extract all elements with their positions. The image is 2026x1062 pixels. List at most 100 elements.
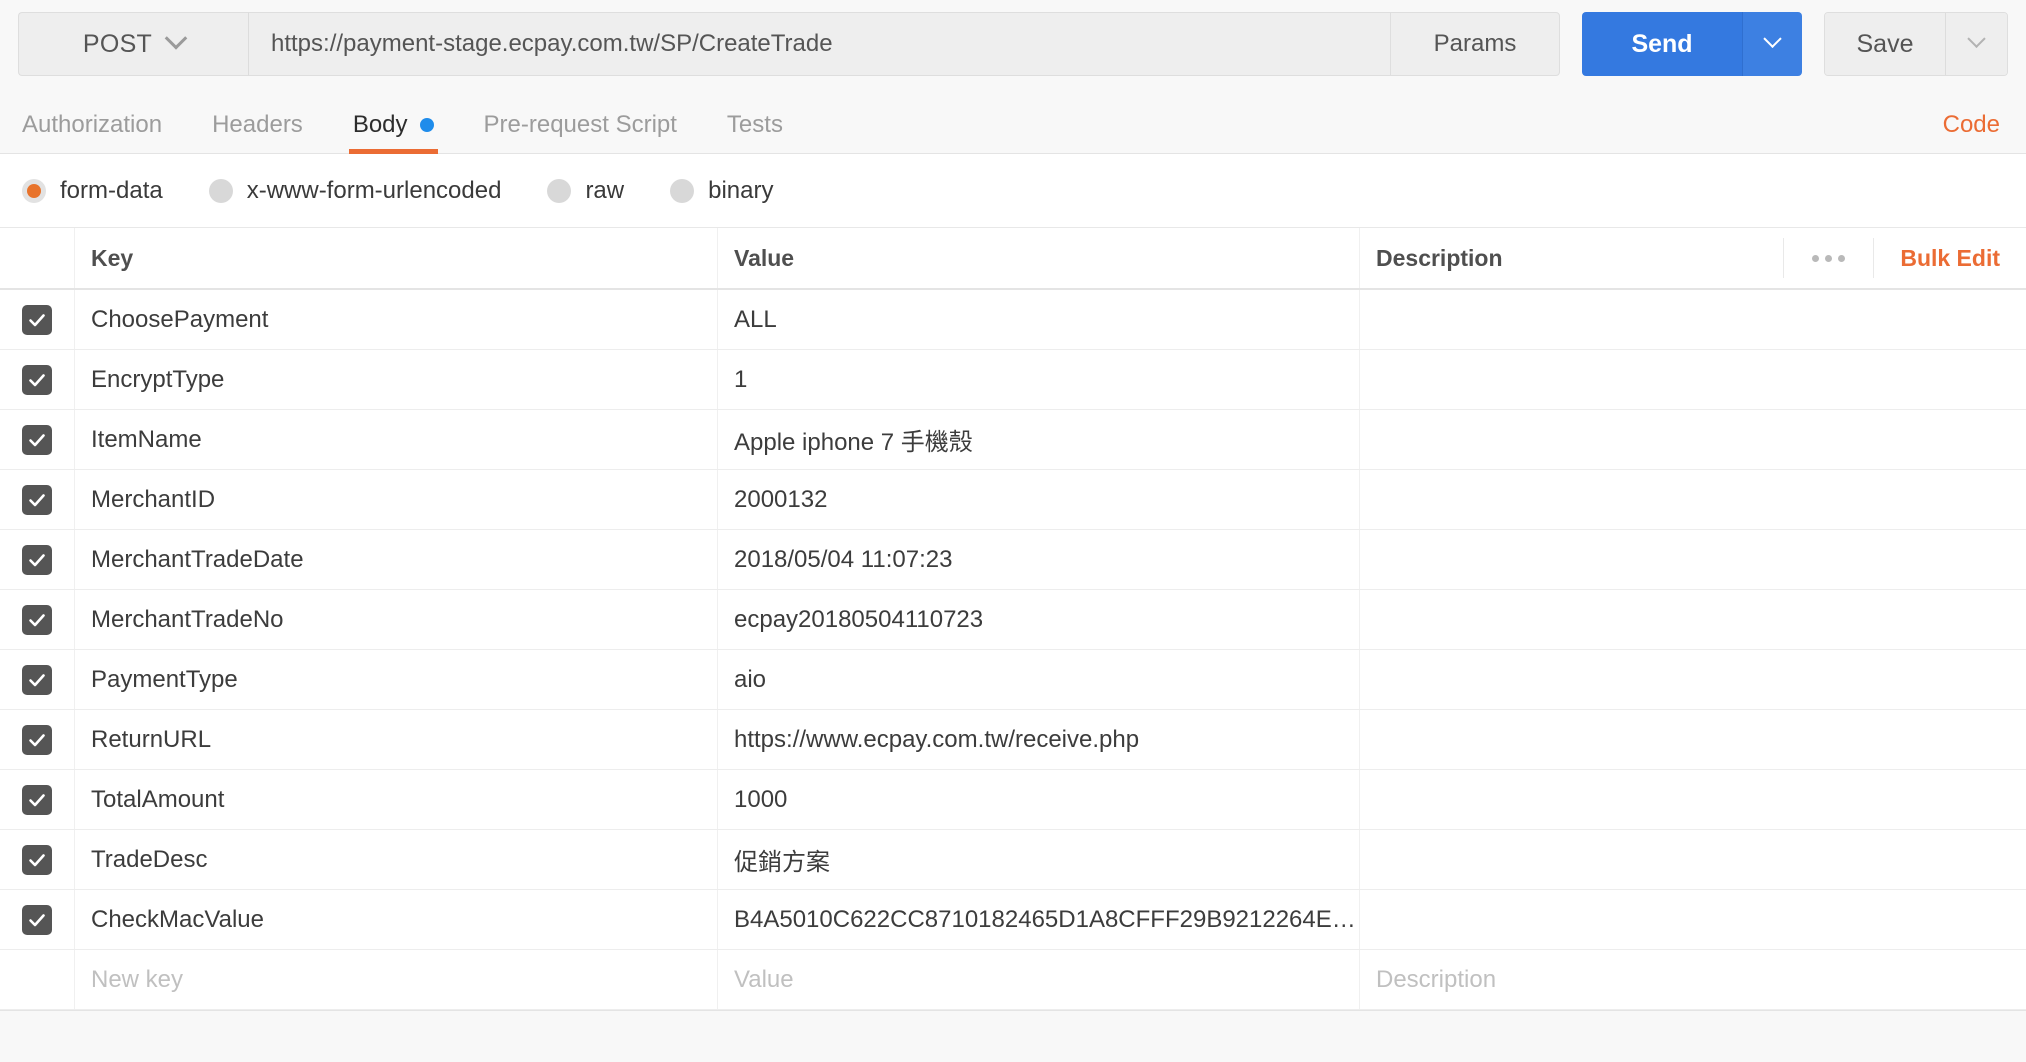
save-button-group: Save	[1824, 12, 2008, 76]
row-key-cell[interactable]: MerchantTradeDate	[75, 530, 718, 589]
code-link[interactable]: Code	[1943, 111, 2000, 139]
url-input[interactable]: https://payment-stage.ecpay.com.tw/SP/Cr…	[248, 12, 1390, 76]
row-key-cell[interactable]: CheckMacValue	[75, 890, 718, 949]
http-method-label: POST	[82, 29, 153, 58]
row-value-text: 促銷方案	[734, 849, 830, 876]
row-description-cell[interactable]	[1360, 890, 2026, 949]
tab-pre-request-script[interactable]: Pre-request Script	[484, 111, 677, 153]
row-value-cell[interactable]: Apple iphone 7 手機殼	[718, 410, 1360, 469]
tab-tests[interactable]: Tests	[727, 111, 783, 153]
header-key-cell: Key	[75, 228, 718, 288]
row-description-cell[interactable]	[1360, 710, 2026, 769]
new-value-input[interactable]: Value	[718, 950, 1360, 1009]
row-checkbox-cell	[0, 530, 75, 589]
row-checkbox-cell	[0, 590, 75, 649]
row-checkbox-cell	[0, 890, 75, 949]
send-options-button[interactable]	[1742, 12, 1802, 76]
row-value-cell[interactable]: 2018/05/04 11:07:23	[718, 530, 1360, 589]
row-checkbox[interactable]	[22, 484, 52, 515]
send-button[interactable]: Send	[1582, 12, 1742, 76]
tab-label: Authorization	[22, 111, 163, 138]
row-checkbox-cell	[0, 710, 75, 769]
row-value-text: 1000	[734, 785, 788, 813]
row-description-cell[interactable]	[1360, 350, 2026, 409]
table-row: ChoosePayment ALL	[0, 290, 2026, 350]
table-row: ItemName Apple iphone 7 手機殼	[0, 410, 2026, 470]
new-row-checkbox-cell	[0, 950, 75, 1009]
save-button[interactable]: Save	[1825, 13, 1945, 75]
tab-label: Tests	[726, 111, 783, 138]
row-value-cell[interactable]: aio	[718, 650, 1360, 709]
row-key-cell[interactable]: MerchantID	[75, 470, 718, 529]
radio-x-www-form-urlencoded[interactable]: x-www-form-urlencoded	[208, 177, 501, 205]
row-value-text: 2018/05/04 11:07:23	[734, 545, 953, 573]
tab-headers[interactable]: Headers	[212, 111, 303, 153]
row-description-cell[interactable]	[1360, 590, 2026, 649]
tab-label: Pre-request Script	[483, 111, 677, 138]
row-checkbox[interactable]	[22, 544, 52, 575]
row-value-cell[interactable]: ALL	[718, 290, 1360, 349]
row-key-cell[interactable]: ChoosePayment	[75, 290, 718, 349]
radio-form-data[interactable]: form-data	[22, 177, 163, 205]
new-description-input[interactable]: Description	[1360, 950, 2026, 1009]
table-row: EncryptType 1	[0, 350, 2026, 410]
tab-body[interactable]: Body	[348, 111, 438, 154]
row-checkbox[interactable]	[22, 304, 52, 335]
radio-raw[interactable]: raw	[547, 177, 624, 205]
row-checkbox[interactable]	[22, 364, 52, 395]
table-body: ChoosePayment ALL EncryptType 1 ItemName Appl…	[0, 290, 2026, 950]
http-method-selector[interactable]: POST	[18, 12, 248, 76]
request-tabs: Authorization Headers Body Pre-request S…	[0, 88, 2026, 154]
params-button[interactable]: Params	[1390, 12, 1560, 76]
row-key-cell[interactable]: ReturnURL	[75, 710, 718, 769]
header-description-cell: Description Bulk Edit	[1360, 228, 2026, 288]
row-description-cell[interactable]	[1360, 830, 2026, 889]
radio-binary[interactable]: binary	[670, 177, 773, 205]
row-key-cell[interactable]: EncryptType	[75, 350, 718, 409]
row-description-cell[interactable]	[1360, 290, 2026, 349]
row-checkbox[interactable]	[22, 724, 52, 755]
table-row: ReturnURL https://www.ecpay.com.tw/receiv…	[0, 710, 2026, 770]
row-description-cell[interactable]	[1360, 530, 2026, 589]
row-description-cell[interactable]	[1360, 470, 2026, 529]
header-checkbox-cell	[0, 228, 75, 288]
chevron-down-icon	[164, 27, 188, 50]
row-key-cell[interactable]: MerchantTradeNo	[75, 590, 718, 649]
column-header-description: Description	[1376, 244, 1503, 271]
row-checkbox-cell	[0, 410, 75, 469]
row-value-cell[interactable]: 2000132	[718, 470, 1360, 529]
row-description-cell[interactable]	[1360, 650, 2026, 709]
row-value-cell[interactable]: 1000	[718, 770, 1360, 829]
row-value-cell[interactable]: B4A5010C622CC8710182465D1A8CFFF29B921226…	[718, 890, 1360, 949]
row-value-cell[interactable]: 1	[718, 350, 1360, 409]
row-checkbox[interactable]	[22, 604, 52, 635]
row-checkbox[interactable]	[22, 784, 52, 815]
row-key-cell[interactable]: TotalAmount	[75, 770, 718, 829]
row-key-text: EncryptType	[91, 365, 225, 393]
more-options-icon[interactable]	[1783, 238, 1875, 278]
row-value-cell[interactable]: 促銷方案	[718, 830, 1360, 889]
tab-authorization[interactable]: Authorization	[22, 111, 162, 153]
new-description-placeholder: Description	[1376, 965, 1497, 993]
row-description-cell[interactable]	[1360, 770, 2026, 829]
row-checkbox[interactable]	[22, 664, 52, 695]
row-value-cell[interactable]: ecpay20180504110723	[718, 590, 1360, 649]
bulk-edit-button[interactable]: Bulk Edit	[1874, 245, 2000, 272]
row-key-cell[interactable]: PaymentType	[75, 650, 718, 709]
row-checkbox[interactable]	[22, 424, 52, 455]
radio-icon	[22, 178, 46, 203]
chevron-down-icon	[1967, 29, 1986, 48]
row-description-cell[interactable]	[1360, 410, 2026, 469]
row-value-text: ALL	[734, 305, 777, 333]
row-key-cell[interactable]: ItemName	[75, 410, 718, 469]
radio-icon	[208, 178, 233, 203]
row-value-cell[interactable]: https://www.ecpay.com.tw/receive.php	[718, 710, 1360, 769]
body-type-radio-group: form-data x-www-form-urlencoded raw bina…	[0, 154, 2026, 228]
new-key-input[interactable]: New key	[75, 950, 718, 1009]
row-checkbox[interactable]	[22, 844, 52, 875]
row-key-cell[interactable]: TradeDesc	[75, 830, 718, 889]
row-checkbox[interactable]	[22, 904, 52, 935]
save-options-button[interactable]	[1945, 13, 2007, 75]
row-checkbox-cell	[0, 830, 75, 889]
table-new-row: New key Value Description	[0, 950, 2026, 1010]
